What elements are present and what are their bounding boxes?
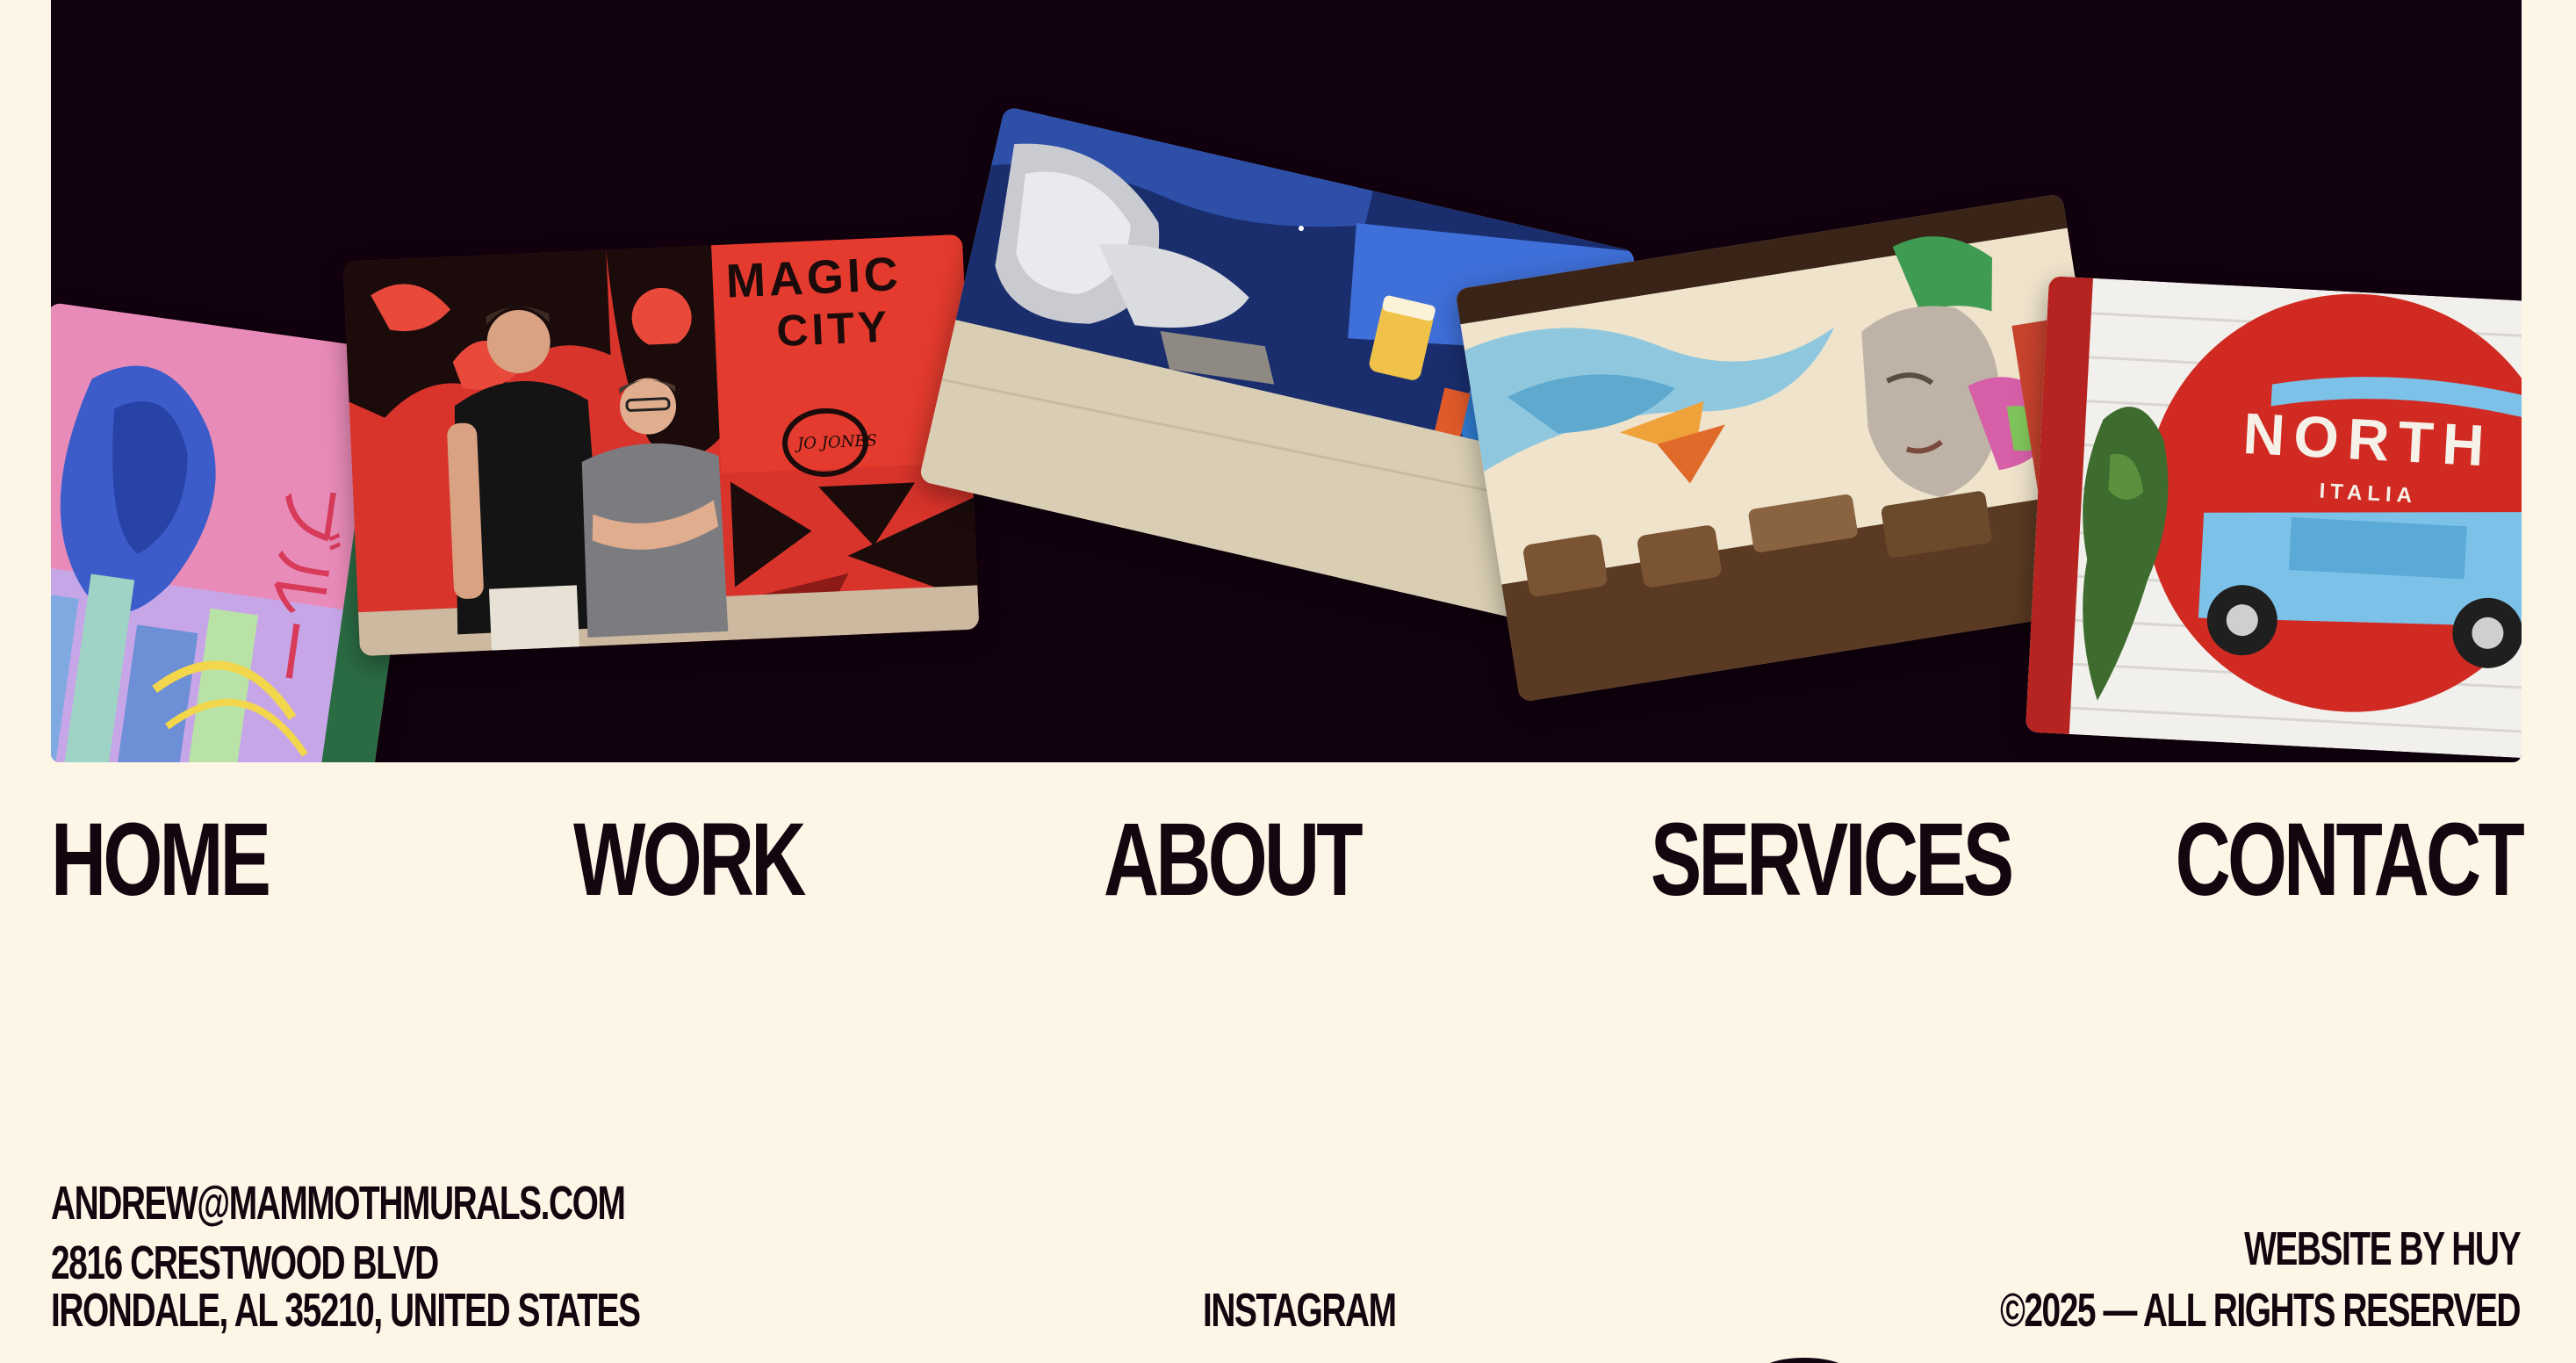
- footer-address-line2: IRONDALE, AL 35210, UNITED STATES: [51, 1284, 641, 1337]
- footer-address-line1: 2816 CRESTWOOD BLVD: [51, 1237, 439, 1289]
- italia-mural-text: ITALIA: [2319, 480, 2418, 508]
- nav-link-about[interactable]: ABOUT: [1104, 808, 1364, 912]
- nav-link-work[interactable]: WORK: [573, 808, 806, 912]
- nav-link-contact[interactable]: CONTACT: [2176, 808, 2525, 912]
- city-mural-text: CITY: [775, 302, 891, 357]
- north-italia-mural-photo[interactable]: NORTH ITALIA: [2025, 276, 2522, 761]
- footer-email-link[interactable]: ANDREW@MAMMOTHMURALS.COM: [51, 1179, 626, 1228]
- jo-jones-mural-text: JO JONES: [794, 431, 878, 453]
- page: ブルー MAGIC CITY JO JONES NORTH ITALIA HOM…: [0, 0, 2576, 1363]
- hero-gallery: ブルー MAGIC CITY JO JONES NORTH ITALIA: [51, 0, 2522, 762]
- nav-link-services[interactable]: SERVICES: [1651, 808, 2014, 912]
- nav-link-home[interactable]: HOME: [51, 808, 271, 912]
- north-mural-text: NORTH: [2241, 400, 2494, 479]
- footer-copyright: ©2025 — ALL RIGHTS RESERVED: [2000, 1284, 2521, 1337]
- footer-instagram-link[interactable]: INSTAGRAM: [1203, 1286, 1397, 1335]
- footer-website-credit-link[interactable]: WEBSITE BY HUY: [2244, 1224, 2521, 1273]
- magic-city-mural-artists-photo[interactable]: MAGIC CITY JO JONES: [342, 234, 980, 657]
- main-nav: HOME WORK ABOUT SERVICES CONTACT: [51, 808, 2525, 922]
- magic-mural-text: MAGIC: [725, 248, 903, 308]
- decorative-blob: [1756, 1358, 1853, 1363]
